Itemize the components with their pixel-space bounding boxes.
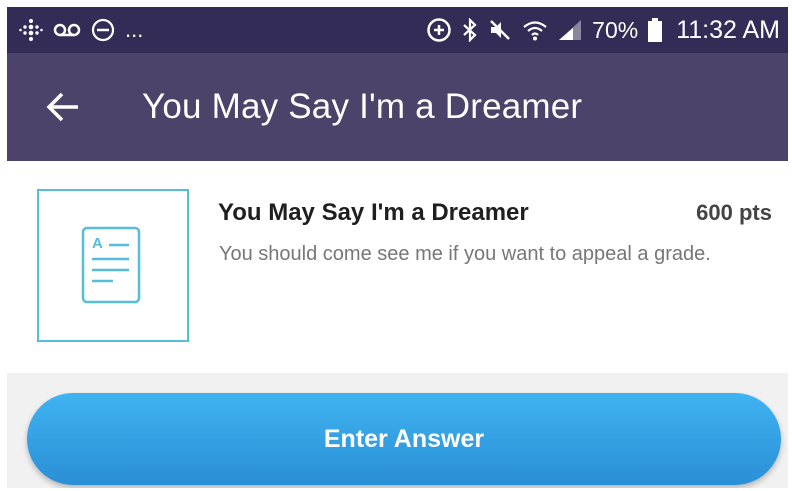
status-bar: ... 70% 11:32 AM (7, 7, 788, 53)
mute-icon (488, 18, 512, 42)
challenge-title: You May Say I'm a Dreamer (218, 199, 529, 226)
challenge-thumbnail: A (37, 189, 189, 342)
page-title: You May Say I'm a Dreamer (142, 87, 583, 126)
app-screen: ... 70% 11:32 AM You May Say I'm a Dream… (7, 7, 788, 488)
enter-answer-button[interactable]: Enter Answer (27, 393, 781, 485)
voicemail-icon (53, 20, 81, 40)
signal-icon (558, 19, 582, 41)
clock: 11:32 AM (676, 15, 780, 44)
challenge-card: A You May Say I'm a Dreamer 600 pts You … (7, 161, 788, 373)
svg-text:A: A (92, 235, 103, 252)
back-button[interactable] (41, 85, 85, 129)
challenge-points: 600 pts (696, 200, 772, 225)
wifi-icon (522, 19, 548, 41)
status-left: ... (19, 17, 143, 43)
do-not-disturb-icon (91, 18, 115, 42)
bluetooth-icon (462, 18, 478, 42)
status-overflow-text: ... (125, 17, 144, 42)
app-bar: You May Say I'm a Dreamer (7, 53, 788, 161)
battery-icon (648, 18, 663, 42)
data-saver-icon (426, 17, 452, 43)
status-right: 70% 11:32 AM (426, 16, 780, 45)
action-bar: Enter Answer (7, 373, 788, 488)
arrow-back-icon (46, 92, 78, 122)
document-icon: A (81, 226, 141, 303)
challenge-description: You should come see me if you want to ap… (219, 243, 711, 265)
battery-percent: 70% (592, 16, 639, 43)
fitbit-icon (19, 18, 43, 42)
